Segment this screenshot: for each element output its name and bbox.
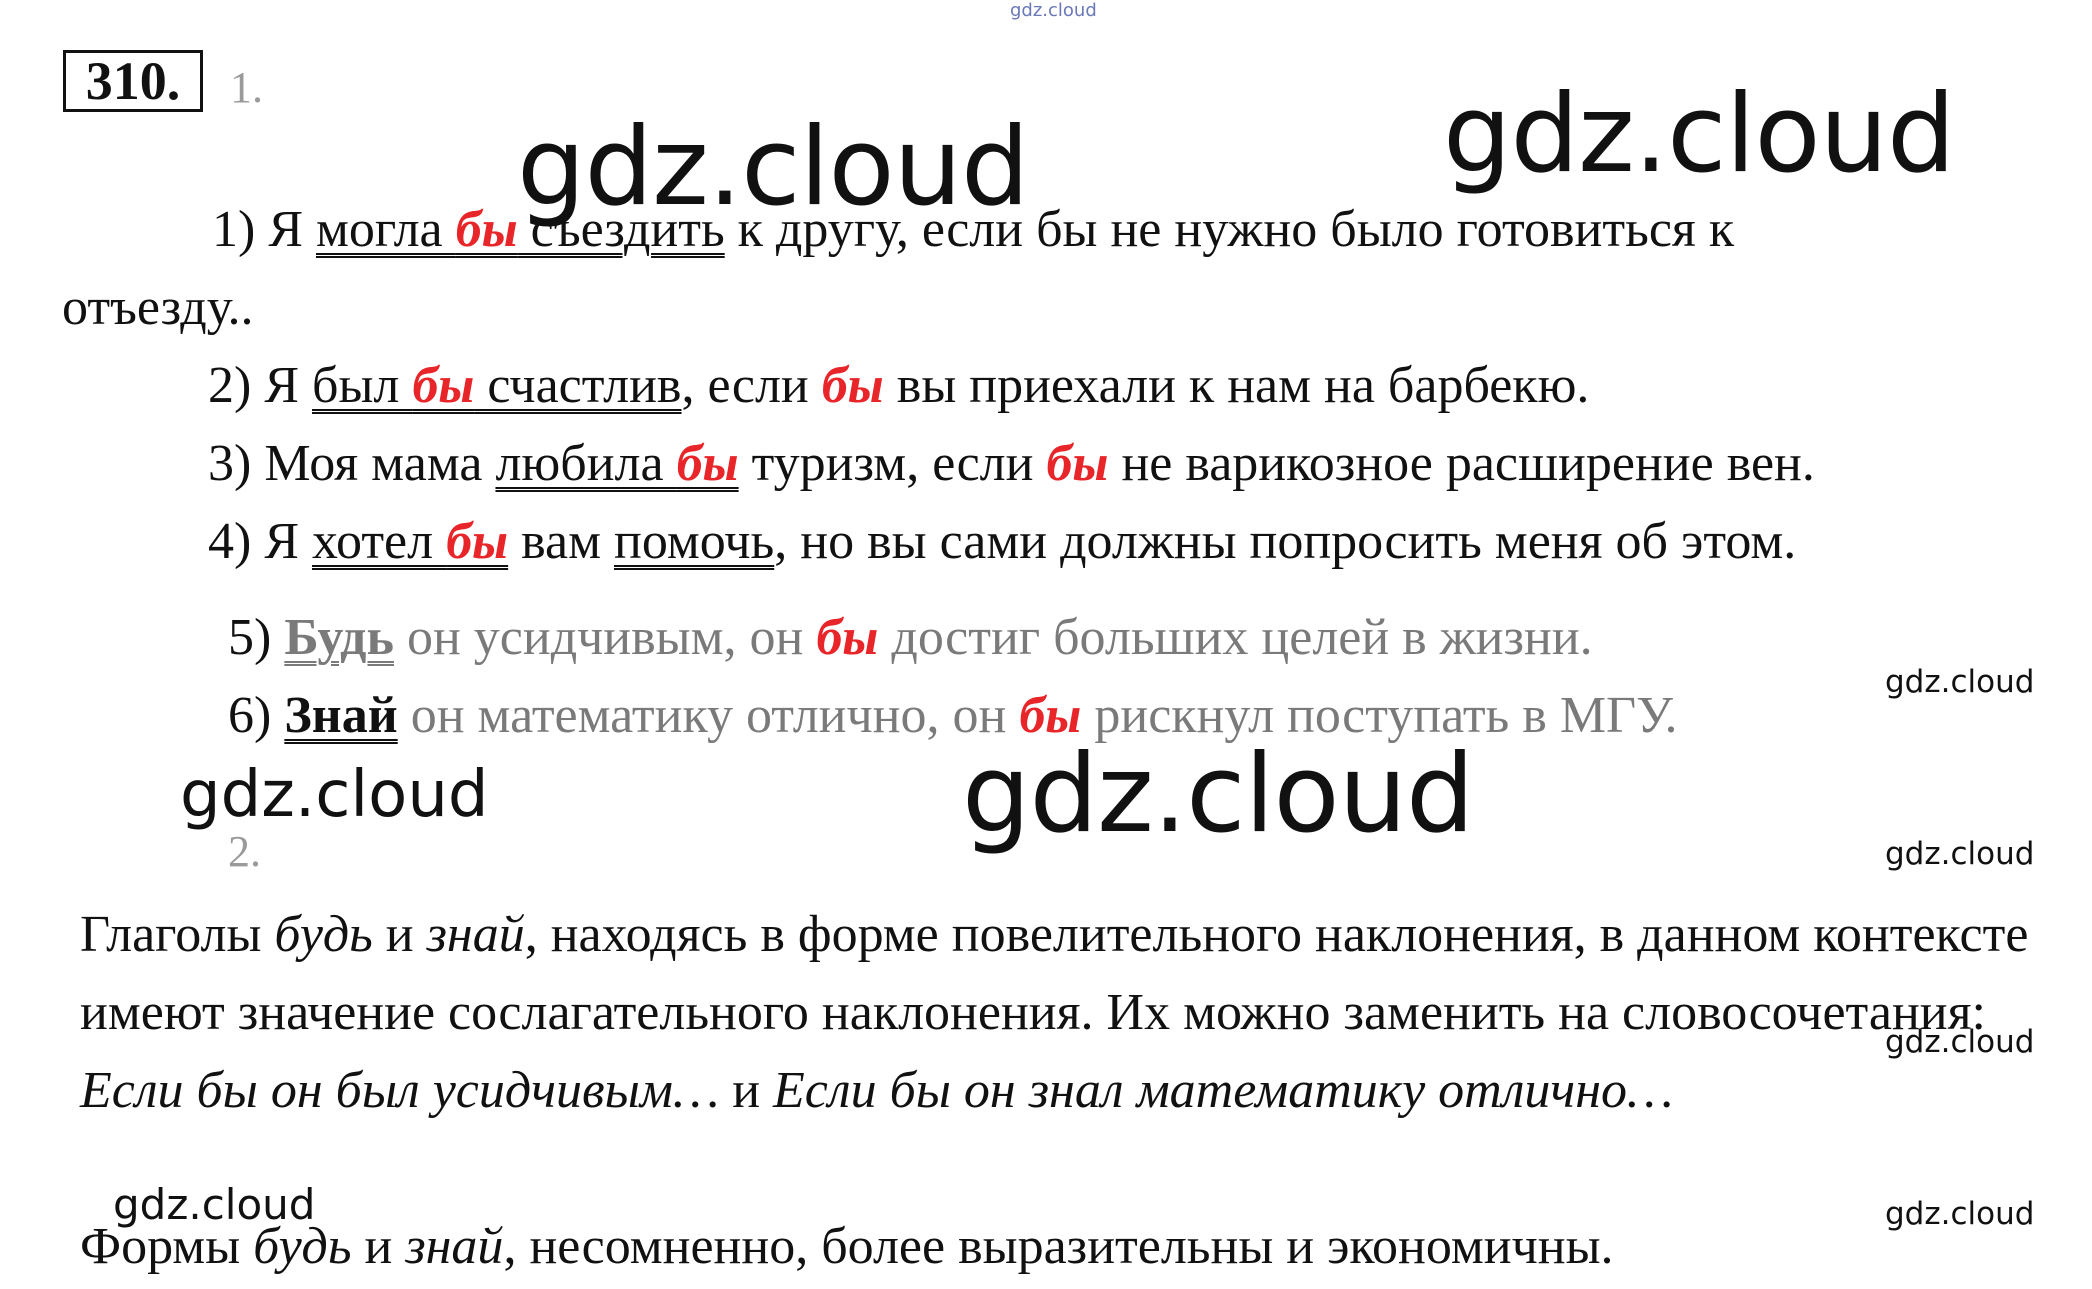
p2-d: знай (405, 1218, 504, 1275)
p1-g: и (719, 1062, 774, 1119)
s4-rest: , но вы сами должны попросить меня об эт… (774, 513, 1797, 570)
s6-particle: бы (1019, 687, 1082, 744)
sentence-1: 1) Я могла бы съездить к другу, если бы … (212, 200, 1734, 260)
s4-particle: бы (446, 513, 509, 570)
s5-num: 5) (228, 609, 285, 666)
s1-particle: бы (455, 201, 518, 258)
s6-word-1: Знай (284, 687, 398, 744)
p1-h: Если бы он знал математику отлично… (773, 1062, 1674, 1119)
s2-num: 2) Я (208, 357, 312, 414)
conclusion-paragraph: Формы будь и знай, несомненно, более выр… (80, 1208, 2070, 1286)
s1-num: 1) Я (212, 201, 316, 258)
p2-b: будь (253, 1218, 352, 1275)
s6-mid: он математику отлично, он (397, 687, 1020, 744)
sentence-5: 5) Будь он усидчивым, он бы достиг больш… (228, 608, 1593, 668)
sentence-6: 6) Знай он математику отлично, он бы рис… (228, 686, 1677, 746)
p2-c: и (351, 1218, 406, 1275)
p2-e: , несомненно, более выразительны и эконо… (503, 1218, 1614, 1275)
s2-particle-1: бы (412, 357, 475, 414)
s6-rest: рискнул поступать в МГУ. (1081, 687, 1678, 744)
s4-predicate-1: хотел бы (312, 513, 508, 570)
sentence-3: 3) Моя мама любила бы туризм, если бы не… (208, 434, 1815, 494)
s2-predicate: был бы счастлив (312, 357, 682, 414)
s2-rest: вы приехали к нам на барбекю. (883, 357, 1590, 414)
s1-predicate: могла бы съездить (316, 201, 725, 258)
watermark-medium-1: gdz.cloud (180, 758, 489, 832)
part-1-label: 1. (230, 63, 263, 112)
s1-rest: к другу, если бы не нужно было готовитьс… (724, 201, 1735, 258)
s1-word-1: могла (316, 201, 456, 258)
s4-mid: вам (508, 513, 614, 570)
p1-a: Глаголы (80, 906, 275, 963)
s1-word-2: съездить (517, 201, 725, 258)
p1-c: и (372, 906, 427, 963)
sentence-4: 4) Я хотел бы вам помочь, но вы сами дол… (208, 512, 1796, 572)
s2-particle-2: бы (821, 357, 884, 414)
watermark-large-3: gdz.cloud (962, 732, 1475, 857)
p1-b: будь (274, 906, 373, 963)
s2-word-1: был (312, 357, 413, 414)
s3-num: 3) Моя мама (208, 435, 496, 492)
s4-word-2: помочь (613, 513, 775, 570)
s6-num: 6) (228, 687, 285, 744)
s3-mid: туризм, если (738, 435, 1047, 492)
s5-rest: достиг больших целей в жизни. (878, 609, 1593, 666)
watermark-top: gdz.cloud (1010, 0, 1097, 21)
watermark-large-2: gdz.cloud (1443, 72, 1956, 197)
s3-word-1: любила (495, 435, 677, 492)
s3-rest: не варикозное расширение вен. (1108, 435, 1815, 492)
part-2-label: 2. (228, 827, 261, 876)
s3-particle-2: бы (1046, 435, 1109, 492)
s5-word-1: Будь (284, 609, 394, 666)
p1-d: знай (426, 906, 525, 963)
s3-predicate: любила бы (495, 435, 738, 492)
s2-mid: , если (681, 357, 822, 414)
s4-num: 4) Я (208, 513, 312, 570)
explanation-paragraph: Глаголы будь и знай, находясь в форме по… (80, 896, 2070, 1130)
watermark-small-1: gdz.cloud (1885, 664, 2035, 700)
s4-word-1: хотел (312, 513, 447, 570)
p2-a: Формы (80, 1218, 254, 1275)
sentence-1-continuation: отъезду.. (62, 279, 254, 336)
watermark-small-2: gdz.cloud (1885, 836, 2035, 872)
s3-particle-1: бы (676, 435, 739, 492)
s2-word-2: счастлив (474, 357, 682, 414)
s5-particle: бы (816, 609, 879, 666)
task-number: 310. (63, 50, 203, 112)
s5-mid: он усидчивым, он (393, 609, 817, 666)
sentence-2: 2) Я был бы счастлив, если бы вы приехал… (208, 356, 1589, 416)
p1-f: Если бы он был усидчивым… (80, 1062, 720, 1119)
